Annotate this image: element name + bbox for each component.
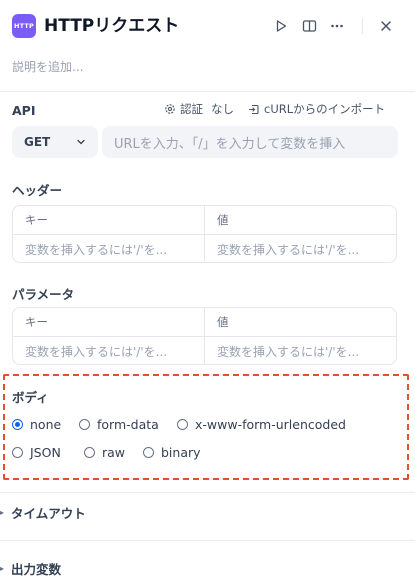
section-divider: [0, 492, 415, 493]
header-divider: [362, 18, 363, 34]
header-divider-line: [0, 91, 415, 92]
params-label: パラメータ: [12, 287, 75, 302]
timeout-label: タイムアウト: [11, 506, 86, 521]
header-key-input[interactable]: 変数を挿入するには'/'を...: [13, 235, 204, 262]
option-label: JSON: [30, 445, 61, 460]
node-title[interactable]: HTTPリクエスト: [44, 14, 179, 38]
table-row: 変数を挿入するには'/'を... 変数を挿入するには'/'を...: [13, 337, 396, 364]
param-key-input[interactable]: 変数を挿入するには'/'を...: [13, 337, 204, 364]
http-app-icon: HTTP: [12, 14, 36, 38]
headers-label: ヘッダー: [12, 183, 63, 198]
option-label: raw: [102, 445, 126, 460]
option-label: binary: [161, 445, 201, 460]
radio-icon: [12, 447, 23, 458]
api-label: API: [12, 103, 36, 118]
docs-button[interactable]: [299, 16, 319, 36]
auth-button[interactable]: 認証 なし: [164, 101, 234, 117]
body-label: ボディ: [12, 390, 49, 405]
value-column-header: 値: [204, 308, 396, 336]
output-vars-label: 出力変数: [11, 562, 62, 577]
option-label: x-www-form-urlencoded: [195, 417, 346, 432]
curl-import-label: cURLからのインポート: [264, 102, 386, 116]
radio-checked-icon: [12, 419, 23, 430]
table-header-row: キー 値: [13, 206, 396, 235]
description-input[interactable]: 説明を追加...: [12, 58, 83, 75]
more-icon: [331, 24, 343, 28]
book-icon: [302, 20, 316, 32]
radio-icon: [84, 447, 95, 458]
table-row: 変数を挿入するには'/'を... 変数を挿入するには'/'を...: [13, 235, 396, 262]
radio-icon: [143, 447, 154, 458]
curl-import-button[interactable]: cURLからのインポート: [248, 101, 385, 117]
close-icon: [381, 21, 391, 31]
key-column-header: キー: [25, 213, 48, 227]
url-input[interactable]: URLを入力、「/」を入力して変数を挿入: [102, 126, 398, 158]
option-label: form-data: [97, 417, 159, 432]
chevron-right-icon: ▸: [0, 508, 5, 517]
timeout-toggle[interactable]: ▸ タイムアウト: [0, 503, 86, 522]
play-icon: [276, 20, 287, 32]
body-option-x-www-form-urlencoded[interactable]: x-www-form-urlencoded: [177, 417, 346, 432]
option-label: none: [30, 417, 62, 432]
method-value: GET: [24, 135, 51, 149]
close-button[interactable]: [376, 16, 396, 36]
chevron-right-icon: ▸: [0, 564, 5, 573]
body-option-none[interactable]: none: [12, 417, 61, 432]
table-header-row: キー 値: [13, 308, 396, 337]
body-option-form-data[interactable]: form-data: [79, 417, 159, 432]
params-table: キー 値 変数を挿入するには'/'を... 変数を挿入するには'/'を...: [12, 307, 397, 365]
chevron-down-icon: [77, 139, 85, 145]
gear-icon: [165, 104, 175, 114]
body-option-raw[interactable]: raw: [84, 445, 125, 460]
radio-icon: [79, 419, 90, 430]
body-option-binary[interactable]: binary: [143, 445, 201, 460]
run-button[interactable]: [271, 16, 291, 36]
radio-icon: [177, 419, 188, 430]
value-column-header: 値: [204, 206, 396, 234]
key-column-header: キー: [25, 315, 48, 329]
more-button[interactable]: [327, 16, 347, 36]
auth-value: なし: [211, 102, 234, 116]
method-select[interactable]: GET: [12, 126, 98, 158]
header-value-input[interactable]: 変数を挿入するには'/'を...: [204, 235, 396, 262]
section-divider: [0, 540, 415, 541]
body-option-json[interactable]: JSON: [12, 445, 61, 460]
output-vars-toggle[interactable]: ▸ 出力変数: [0, 559, 61, 578]
auth-label: 認証: [180, 102, 203, 116]
param-value-input[interactable]: 変数を挿入するには'/'を...: [204, 337, 396, 364]
headers-table: キー 値 変数を挿入するには'/'を... 変数を挿入するには'/'を...: [12, 205, 397, 263]
import-icon: [248, 104, 259, 115]
